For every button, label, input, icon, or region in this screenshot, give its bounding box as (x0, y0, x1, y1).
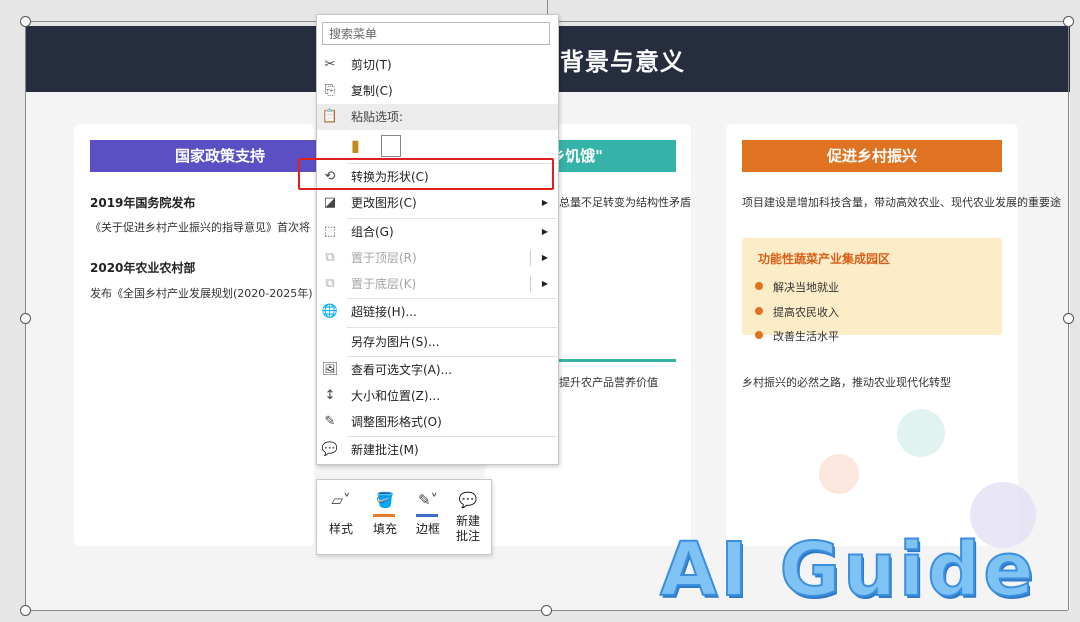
submenu-arrow-icon: ▶ (541, 253, 548, 262)
resize-handle-left[interactable] (20, 313, 31, 324)
comment-icon: 💬 (321, 442, 339, 457)
menu-item-copy[interactable]: ⎘ 复制(C) (317, 78, 558, 104)
hunger-text2: 提升农产品营养价值 (559, 376, 658, 389)
card-revitalize (726, 124, 1018, 546)
border-label: 边框 (415, 522, 440, 536)
submenu-arrow-icon: ▶ (541, 227, 548, 236)
send-to-back-icon: ⧉ (325, 276, 335, 291)
menu-paste-options-header: 📋 粘贴选项: (317, 104, 558, 130)
menu-item-label: 超链接(H)... (351, 305, 417, 319)
menu-item-new-comment[interactable]: 💬 新建批注(M) (317, 437, 558, 463)
border-color-bar (416, 514, 438, 517)
menu-item-group[interactable]: ⬚ 组合(G) ▶ (317, 219, 558, 245)
revitalize-footer: 乡村振兴的必然之路，推动农业现代化转型 (742, 376, 951, 389)
menu-item-label: 更改图形(C) (351, 196, 417, 210)
slide-title: 背景与意义 (560, 48, 685, 76)
decor-circle (897, 409, 945, 457)
revitalize-bullet-1: 解决当地就业 (773, 281, 839, 294)
context-menu: 搜索菜单 ✂ 剪切(T) ⎘ 复制(C) 📋 粘贴选项: ▮ ⟲ 转换为形状(C… (316, 14, 559, 465)
selection-border (557, 21, 1065, 22)
menu-item-bring-to-front[interactable]: ⧉ 置于顶层(R) ▶ (317, 245, 558, 271)
rotation-handle-line (547, 0, 548, 14)
revitalize-bullet-3: 改善生活水平 (773, 330, 839, 343)
split-divider (530, 276, 531, 292)
policy-item2-text: 发布《全国乡村产业发展规划(2020-2025年) (90, 287, 313, 300)
menu-item-label: 复制(C) (351, 84, 393, 98)
menu-item-label: 调整图形格式(O) (351, 415, 442, 429)
new-comment-button[interactable]: 💬 新建 批注 (450, 488, 486, 548)
revitalize-box-title: 功能性蔬菜产业集成园区 (758, 252, 891, 266)
submenu-arrow-icon: ▶ (541, 279, 548, 288)
resize-handle-top-right[interactable] (1063, 16, 1074, 27)
menu-item-format-shape[interactable]: ✎ 调整图形格式(O) (317, 409, 558, 435)
bullet-dot (755, 307, 763, 315)
style-label: 样式 (328, 522, 353, 536)
decor-circle (819, 454, 859, 494)
shape-style-icon: ▱˅ (331, 491, 351, 509)
revitalize-pill: 促进乡村振兴 (742, 140, 1002, 172)
menu-item-view-alt-text[interactable]: 🖼 查看可选文字(A)... (317, 357, 558, 383)
bullet-dot (755, 282, 763, 290)
menu-item-label: 大小和位置(Z)... (351, 389, 441, 403)
fill-button[interactable]: 🪣 填充 (367, 488, 403, 548)
comment-plus-icon: 💬 (458, 491, 478, 509)
group-icon: ⬚ (323, 224, 337, 239)
menu-item-label: 新建批注(M) (351, 443, 419, 457)
menu-item-label: 置于顶层(R) (351, 251, 417, 265)
policy-item2-title: 2020年农业农村部 (90, 261, 196, 275)
menu-item-size-position[interactable]: ↕ 大小和位置(Z)... (317, 383, 558, 409)
menu-item-label: 剪切(T) (351, 58, 392, 72)
menu-item-label: 另存为图片(S)... (351, 335, 440, 349)
size-position-icon: ↕ (324, 388, 336, 403)
menu-item-label: 粘贴选项: (351, 110, 404, 124)
hunger-divider (559, 359, 676, 362)
paste-as-picture-icon[interactable] (381, 135, 401, 157)
paste-keep-format-icon[interactable]: ▮ (351, 135, 371, 157)
policy-item1-text: 《关于促进乡村产业振兴的指导意见》首次将 (90, 221, 310, 234)
menu-item-label: 查看可选文字(A)... (351, 363, 453, 377)
resize-handle-right[interactable] (1063, 313, 1074, 324)
hunger-text1: 总量不足转变为结构性矛盾 (559, 196, 691, 209)
menu-item-save-as-picture[interactable]: 另存为图片(S)... (317, 329, 558, 355)
menu-item-label: 组合(G) (351, 225, 394, 239)
resize-handle-bottom-left[interactable] (20, 605, 31, 616)
resize-handle-bottom[interactable] (541, 605, 552, 616)
format-shape-icon: ✎ (324, 414, 336, 429)
card-policy (74, 124, 314, 546)
mini-toolbar: ▱˅ 样式 🪣 填充 ✎˅ 边框 💬 新建 批注 (316, 479, 492, 555)
border-button[interactable]: ✎˅ 边框 (410, 488, 446, 548)
menu-separator (347, 327, 557, 328)
highlight-box-convert-to-shape (298, 158, 554, 190)
hyperlink-globe-icon: 🌐 (321, 304, 339, 319)
hunger-pill: 乡饥饿" (550, 140, 676, 172)
submenu-arrow-icon: ▶ (541, 198, 548, 207)
revitalize-text1: 项目建设是增加科技含量，带动高效农业、现代农业发展的重要途 (742, 196, 1061, 209)
menu-item-cut[interactable]: ✂ 剪切(T) (317, 52, 558, 78)
bring-to-front-icon: ⧉ (325, 250, 335, 265)
copy-icon: ⎘ (324, 83, 336, 98)
paste-icon: 📋 (321, 109, 339, 124)
split-divider (530, 250, 531, 266)
menu-item-hyperlink[interactable]: 🌐 超链接(H)... (317, 299, 558, 325)
fill-bucket-icon: 🪣 (375, 491, 395, 509)
border-pen-icon: ✎˅ (417, 491, 439, 509)
style-button[interactable]: ▱˅ 样式 (323, 488, 359, 548)
menu-item-label: 置于底层(K) (351, 277, 417, 291)
resize-handle-top-left[interactable] (20, 16, 31, 27)
fill-color-bar (373, 514, 395, 517)
change-shape-icon: ◪ (323, 195, 337, 210)
bullet-dot (755, 331, 763, 339)
revitalize-bullet-2: 提高农民收入 (773, 306, 839, 319)
menu-search-input[interactable]: 搜索菜单 (322, 22, 550, 45)
fill-label: 填充 (372, 522, 397, 536)
new-comment-label: 新建 批注 (455, 514, 480, 543)
selection-border (30, 21, 316, 22)
ai-guide-watermark-logo: AI Guide (659, 526, 1037, 614)
policy-item1-title: 2019年国务院发布 (90, 196, 196, 210)
scissors-icon: ✂ (324, 57, 336, 72)
alt-text-picture-icon: 🖼 (321, 362, 339, 377)
menu-item-send-to-back[interactable]: ⧉ 置于底层(K) ▶ (317, 271, 558, 297)
menu-item-change-shape[interactable]: ◪ 更改图形(C) ▶ (317, 190, 558, 216)
